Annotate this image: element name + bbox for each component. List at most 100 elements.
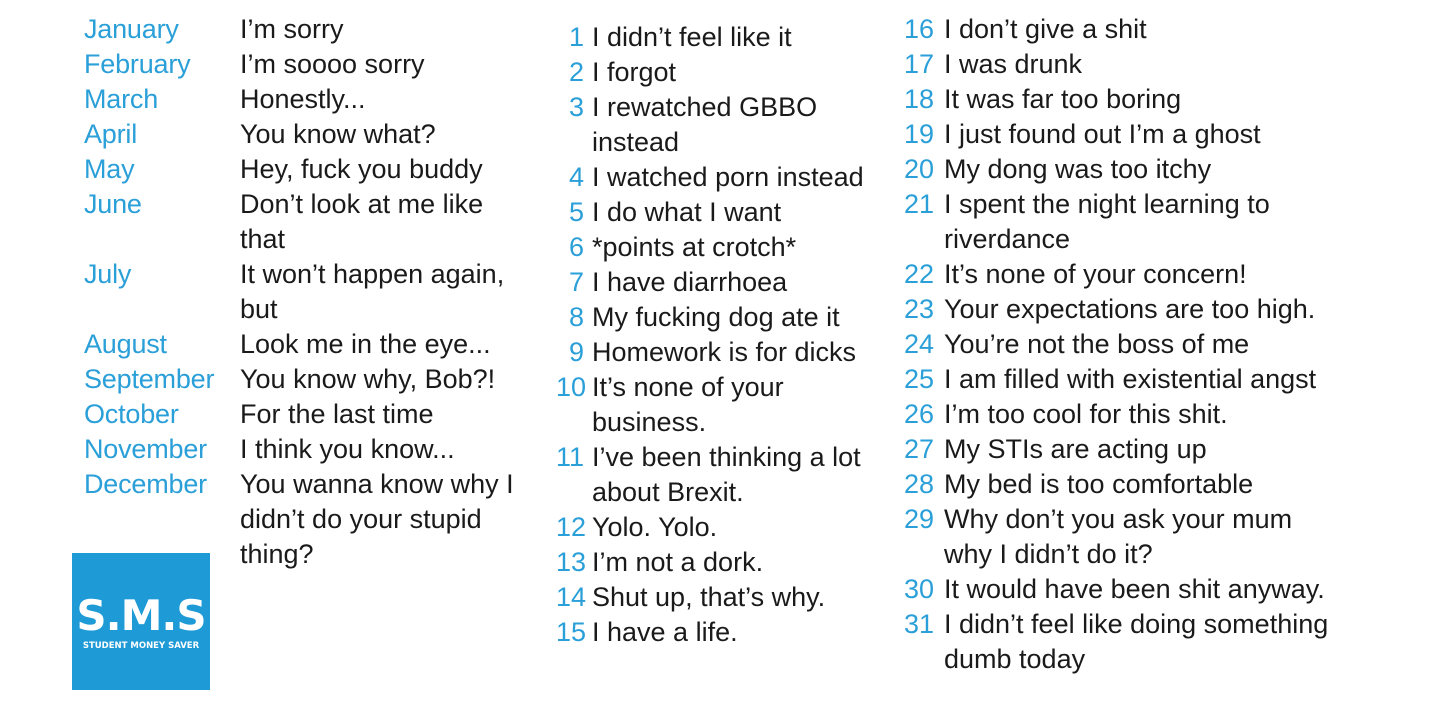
- day-number: 3: [568, 92, 584, 122]
- day-row: 31 I didn’t feel like doing something dum…: [900, 607, 1380, 677]
- day-row: 28 My bed is too comfortable: [900, 467, 1380, 502]
- month-row: July It won’t happen again, but: [84, 257, 540, 327]
- day-excuse: I spent the night learning to riverdance: [944, 189, 1270, 254]
- days-16-31-column: 16 I don’t give a shit 17 I was drunk 18 It…: [900, 12, 1380, 677]
- day-row: 22 It’s none of your concern!: [900, 257, 1380, 292]
- day-row: 12 Yolo. Yolo.: [556, 510, 901, 545]
- month-excuse: I’m soooo sorry: [240, 49, 425, 79]
- day-excuse: My fucking dog ate it: [592, 302, 840, 332]
- month-excuse: Hey, fuck you buddy: [240, 154, 483, 184]
- month-label: September: [84, 364, 215, 394]
- day-number: 20: [903, 154, 934, 184]
- month-excuse: Don’t look at me like that: [240, 189, 484, 254]
- month-excuse: For the last time: [240, 399, 434, 429]
- day-excuse: Yolo. Yolo.: [592, 512, 718, 542]
- day-excuse: It’s none of your concern!: [944, 259, 1247, 289]
- days-1-15-column: 1 I didn’t feel like it 2 I forgot 3 I rewa…: [556, 20, 901, 650]
- day-number: 18: [903, 84, 934, 114]
- day-number: 13: [556, 547, 587, 577]
- day-excuse: I’ve been thinking a lot about Brexit.: [592, 442, 861, 507]
- day-number: 4: [568, 162, 584, 192]
- day-number: 29: [903, 504, 934, 534]
- day-row: 5 I do what I want: [556, 195, 901, 230]
- day-row: 29 Why don’t you ask your mum why I didn’…: [900, 502, 1380, 572]
- day-excuse: *points at crotch*: [592, 232, 797, 262]
- day-excuse: I don’t give a shit: [944, 14, 1147, 44]
- day-row: 4 I watched porn instead: [556, 160, 901, 195]
- day-excuse: Why don’t you ask your mum why I didn’t …: [944, 504, 1293, 569]
- month-row: September You know why, Bob?!: [84, 362, 540, 397]
- month-row: June Don’t look at me like that: [84, 187, 540, 257]
- day-row: 1 I didn’t feel like it: [556, 20, 901, 55]
- day-row: 9 Homework is for dicks: [556, 335, 901, 370]
- day-row: 26 I’m too cool for this shit.: [900, 397, 1380, 432]
- day-number: 22: [903, 259, 934, 289]
- month-excuse: You know what?: [240, 119, 436, 149]
- day-number: 23: [903, 294, 934, 324]
- month-row: October For the last time: [84, 397, 540, 432]
- day-row: 13 I’m not a dork.: [556, 545, 901, 580]
- day-excuse: Shut up, that’s why.: [592, 582, 826, 612]
- day-row: 19 I just found out I’m a ghost: [900, 117, 1380, 152]
- month-label: December: [84, 469, 207, 499]
- day-excuse: I have a life.: [592, 617, 738, 647]
- day-number: 6: [568, 232, 584, 262]
- months-column: January I’m sorry February I’m soooo sor…: [84, 12, 540, 572]
- day-excuse: Homework is for dicks: [592, 337, 857, 367]
- logo-tagline: STUDENT MONEY SAVER: [82, 640, 200, 651]
- month-row: November I think you know...: [84, 432, 540, 467]
- day-excuse: I am filled with existential angst: [944, 364, 1317, 394]
- day-excuse: I’m too cool for this shit.: [944, 399, 1228, 429]
- day-row: 17 I was drunk: [900, 47, 1380, 82]
- day-row: 30 It would have been shit anyway.: [900, 572, 1380, 607]
- day-excuse: I didn’t feel like it: [592, 22, 792, 52]
- month-label: May: [84, 154, 135, 184]
- day-row: 7 I have diarrhoea: [556, 265, 901, 300]
- day-row: 25 I am filled with existential angst: [900, 362, 1380, 397]
- day-excuse: I do what I want: [592, 197, 782, 227]
- day-row: 18 It was far too boring: [900, 82, 1380, 117]
- day-excuse: My dong was too itchy: [944, 154, 1212, 184]
- day-number: 12: [556, 512, 587, 542]
- day-number: 21: [903, 189, 934, 219]
- day-excuse: My bed is too comfortable: [944, 469, 1254, 499]
- month-excuse: Look me in the eye...: [240, 329, 491, 359]
- month-excuse: Honestly...: [240, 84, 366, 114]
- day-number: 14: [556, 582, 587, 612]
- day-excuse: I’m not a dork.: [592, 547, 764, 577]
- day-number: 17: [903, 49, 934, 79]
- day-number: 25: [903, 364, 934, 394]
- day-number: 15: [556, 617, 587, 647]
- day-excuse: My STIs are acting up: [944, 434, 1207, 464]
- day-excuse: I was drunk: [944, 49, 1083, 79]
- month-label: March: [84, 84, 159, 114]
- day-excuse: You’re not the boss of me: [944, 329, 1250, 359]
- day-number: 16: [903, 14, 934, 44]
- month-row: August Look me in the eye...: [84, 327, 540, 362]
- day-number: 24: [903, 329, 934, 359]
- day-number: 1: [568, 22, 584, 52]
- day-excuse: It’s none of your business.: [592, 372, 784, 437]
- month-excuse: I’m sorry: [240, 14, 344, 44]
- month-label: July: [84, 259, 132, 289]
- month-label: November: [84, 434, 207, 464]
- day-excuse: Your expectations are too high.: [944, 294, 1316, 324]
- day-excuse: It was far too boring: [944, 84, 1182, 114]
- day-row: 2 I forgot: [556, 55, 901, 90]
- day-excuse: It would have been shit anyway.: [944, 574, 1325, 604]
- day-excuse: I watched porn instead: [592, 162, 864, 192]
- day-number: 2: [568, 57, 584, 87]
- day-number: 7: [568, 267, 584, 297]
- day-number: 26: [903, 399, 934, 429]
- day-number: 19: [903, 119, 934, 149]
- day-number: 11: [556, 442, 585, 472]
- day-excuse: I have diarrhoea: [592, 267, 788, 297]
- day-row: 6 *points at crotch*: [556, 230, 901, 265]
- month-excuse: It won’t happen again, but: [240, 259, 505, 324]
- day-row: 15 I have a life.: [556, 615, 901, 650]
- day-number: 9: [568, 337, 584, 367]
- month-label: April: [84, 119, 138, 149]
- day-row: 16 I don’t give a shit: [900, 12, 1380, 47]
- day-row: 21 I spent the night learning to riverdan…: [900, 187, 1380, 257]
- month-label: October: [84, 399, 179, 429]
